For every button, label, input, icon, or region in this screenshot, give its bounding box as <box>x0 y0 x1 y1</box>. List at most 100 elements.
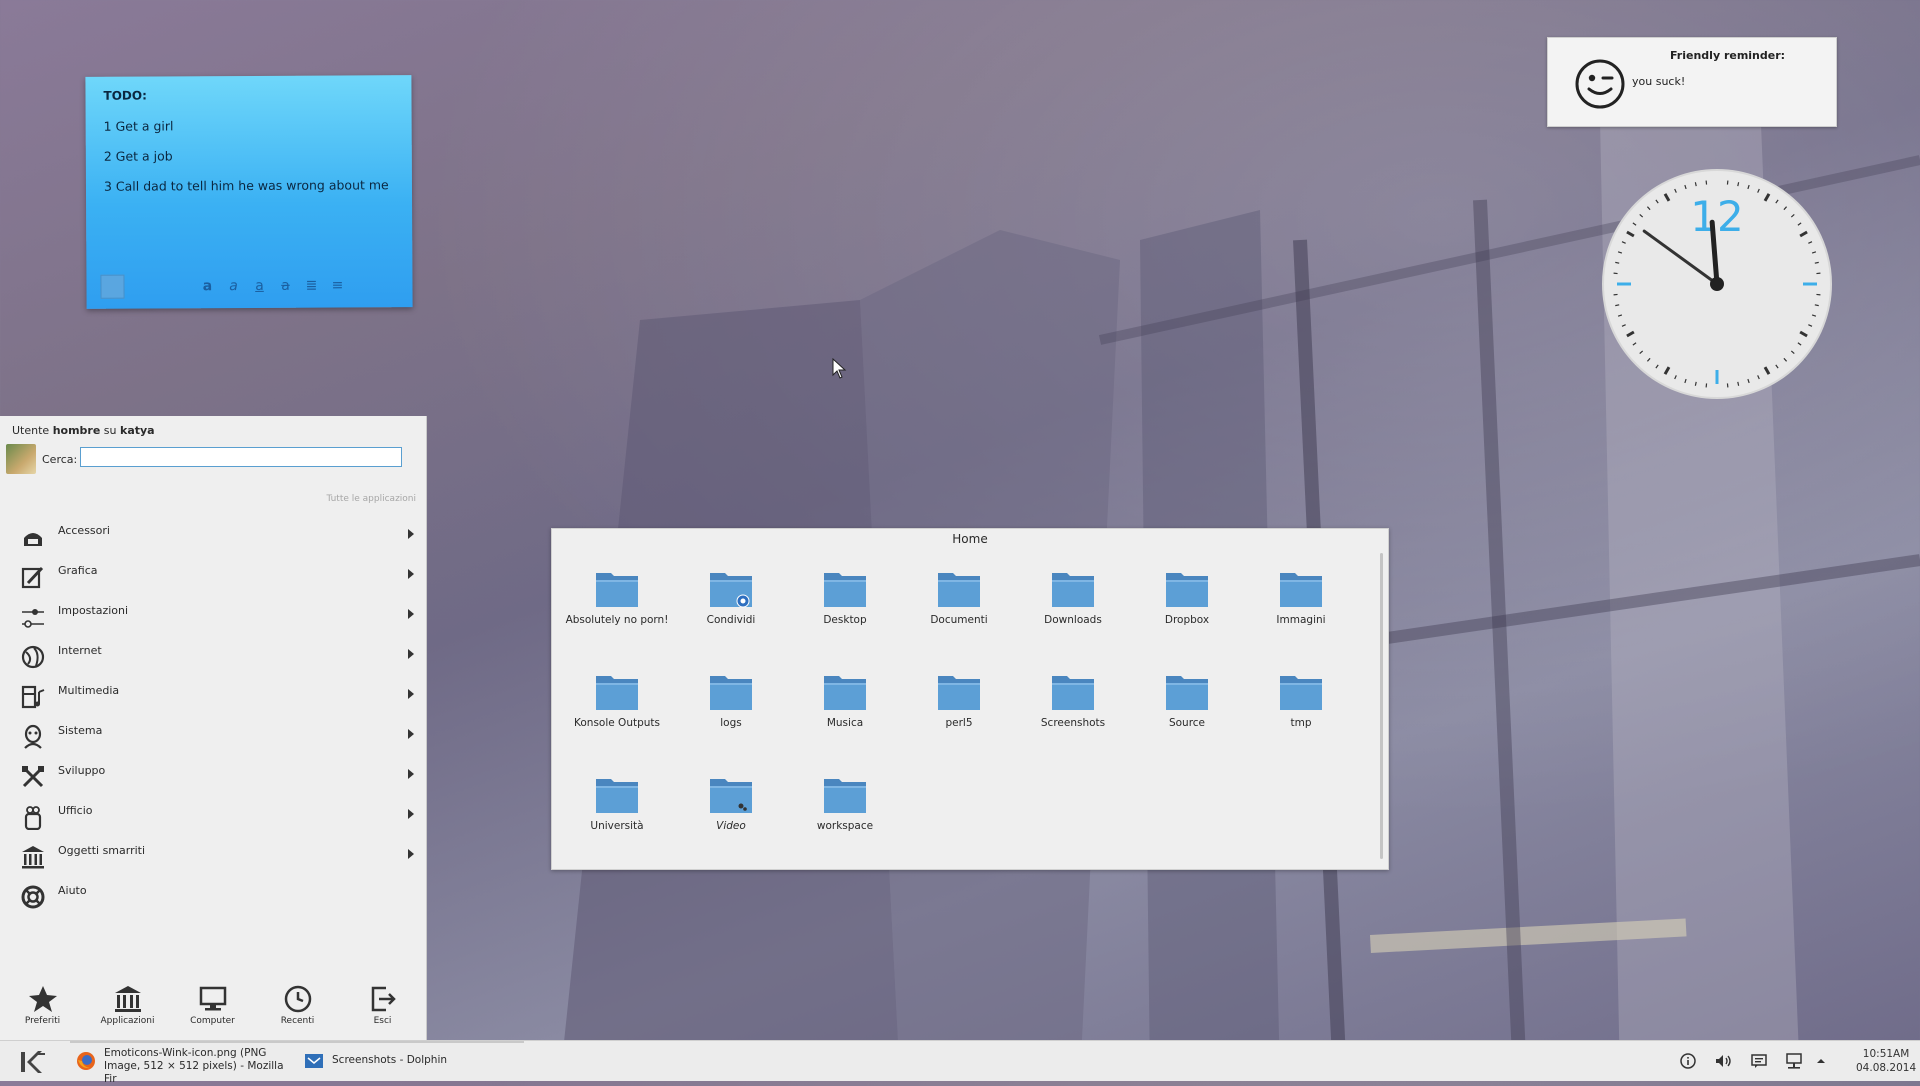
folder-item[interactable]: Musica <box>790 670 900 730</box>
notifications-icon[interactable] <box>1749 1051 1769 1071</box>
digital-clock[interactable]: 10:51AM 04.08.2014 <box>1856 1047 1916 1075</box>
clock-minute-tick <box>1615 262 1619 263</box>
folder-item[interactable]: Dropbox <box>1132 567 1242 627</box>
folder-label: Musica <box>790 717 900 730</box>
note-toolbar: a a a a ≣ ≡ <box>100 273 350 298</box>
submenu-arrow-icon <box>408 649 414 659</box>
menu-category-accessori[interactable]: Accessori <box>0 516 426 556</box>
menu-category-sistema[interactable]: Sistema <box>0 716 426 756</box>
folder-item[interactable]: workspace <box>790 773 900 833</box>
folder-item[interactable]: Condividi <box>676 567 786 627</box>
menu-category-internet[interactable]: Internet <box>0 636 426 676</box>
tab-computer[interactable]: Computer <box>170 978 255 1040</box>
sticky-note[interactable]: TODO: 1 Get a girl 2 Get a job 3 Call da… <box>85 75 412 309</box>
justify-icon[interactable]: ≣ <box>298 278 324 294</box>
bold-icon[interactable]: a <box>194 278 220 294</box>
folder-label: Dropbox <box>1132 614 1242 627</box>
clock-minute-tick <box>1815 305 1819 306</box>
scrollbar[interactable] <box>1380 553 1383 859</box>
folder-item[interactable]: Università <box>562 773 672 833</box>
search-input[interactable] <box>80 447 402 467</box>
folder-item[interactable]: tmp <box>1246 670 1356 730</box>
tray-expand-icon[interactable] <box>1815 1051 1827 1071</box>
graphics-icon <box>20 564 46 590</box>
menu-category-sviluppo[interactable]: Sviluppo <box>0 756 426 796</box>
task-dolphin[interactable]: Screenshots - Dolphin <box>304 1041 484 1081</box>
align-icon[interactable]: ≡ <box>324 277 350 293</box>
clock-minute-tick <box>1738 182 1739 186</box>
italic-icon[interactable]: a <box>220 278 246 294</box>
folder-item[interactable]: Immagini <box>1246 567 1356 627</box>
tab-preferiti[interactable]: Preferiti <box>0 978 85 1040</box>
folder-item[interactable]: Source <box>1132 670 1242 730</box>
folder-item[interactable]: perl5 <box>904 670 1014 730</box>
folder-item[interactable]: Documenti <box>904 567 1014 627</box>
folder-item[interactable]: Downloads <box>1018 567 1128 627</box>
note-line: 2 Get a job <box>104 148 173 163</box>
info-icon[interactable] <box>1678 1051 1698 1071</box>
menu-category-aiuto[interactable]: Aiuto <box>0 876 426 916</box>
submenu-arrow-icon <box>408 729 414 739</box>
reminder-title: Friendly reminder: <box>1670 49 1785 62</box>
menu-tabs: Preferiti Applicazioni Computer Recenti … <box>0 978 426 1040</box>
clock-minute-tick <box>1615 305 1619 306</box>
note-color-button[interactable] <box>100 275 124 299</box>
folder-view-widget: Home Absolutely no porn!CondividiDesktop… <box>551 528 1389 870</box>
menu-category-label: Sistema <box>58 724 102 737</box>
folder-item[interactable]: logs <box>676 670 786 730</box>
folder-item[interactable]: Video <box>676 773 786 833</box>
underline-icon[interactable]: a <box>246 278 272 294</box>
tab-esci[interactable]: Esci <box>340 978 425 1040</box>
menu-category-impostazioni[interactable]: Impostazioni <box>0 596 426 636</box>
computer-icon <box>198 984 228 1014</box>
menu-user-line: Utente hombre su katya <box>12 424 155 437</box>
task-firefox[interactable]: Emoticons-Wink-icon.png (PNG Image, 512 … <box>76 1041 288 1081</box>
menu-category-label: Accessori <box>58 524 110 537</box>
tab-label: Recenti <box>255 1016 340 1026</box>
menu-category-multimedia[interactable]: Multimedia <box>0 676 426 716</box>
search-label: Cerca: <box>42 453 77 466</box>
menu-category-oggetti-smarriti[interactable]: Oggetti smarriti <box>0 836 426 876</box>
folder-item[interactable]: Konsole Outputs <box>562 670 672 730</box>
clock-minute-tick <box>1738 382 1739 386</box>
clock-center <box>1710 277 1724 291</box>
task-label: Screenshots - Dolphin <box>332 1054 447 1067</box>
tab-label: Computer <box>170 1016 255 1026</box>
task-label: Emoticons-Wink-icon.png (PNG Image, 512 … <box>104 1047 288 1086</box>
menu-category-grafica[interactable]: Grafica <box>0 556 426 596</box>
menu-category-label: Internet <box>58 644 102 657</box>
menu-category-label: Ufficio <box>58 804 93 817</box>
clock-minute-tick <box>1815 262 1819 263</box>
tab-label: Esci <box>340 1016 425 1026</box>
folder-icon <box>707 567 755 611</box>
submenu-arrow-icon <box>408 809 414 819</box>
tab-recenti[interactable]: Recenti <box>255 978 340 1040</box>
avatar <box>6 444 36 474</box>
network-icon[interactable] <box>1784 1051 1804 1071</box>
menu-category-ufficio[interactable]: Ufficio <box>0 796 426 836</box>
strikethrough-icon[interactable]: a <box>272 278 298 294</box>
user-name: hombre <box>53 424 101 437</box>
tab-applicazioni[interactable]: Applicazioni <box>85 978 170 1040</box>
menu-category-label: Sviluppo <box>58 764 105 777</box>
kde-launcher-icon[interactable] <box>18 1048 48 1076</box>
multimedia-icon <box>20 684 46 710</box>
system-icon <box>20 724 46 750</box>
breadcrumb[interactable]: Tutte le applicazioni <box>326 494 416 504</box>
folder-label: Documenti <box>904 614 1014 627</box>
submenu-arrow-icon <box>408 769 414 779</box>
settings-icon <box>20 604 46 630</box>
internet-icon <box>20 644 46 670</box>
folder-icon <box>935 567 983 611</box>
clock-minute-tick <box>1695 382 1696 386</box>
folder-icon <box>1163 670 1211 714</box>
user-prefix: Utente <box>12 424 53 437</box>
menu-category-label: Impostazioni <box>58 604 128 617</box>
folder-label: Screenshots <box>1018 717 1128 730</box>
volume-icon[interactable] <box>1713 1051 1733 1071</box>
folder-item[interactable]: Absolutely no porn! <box>562 567 672 627</box>
folder-item[interactable]: Desktop <box>790 567 900 627</box>
folder-item[interactable]: Screenshots <box>1018 670 1128 730</box>
office-icon <box>20 804 46 830</box>
taskbar: Emoticons-Wink-icon.png (PNG Image, 512 … <box>0 1040 1920 1081</box>
